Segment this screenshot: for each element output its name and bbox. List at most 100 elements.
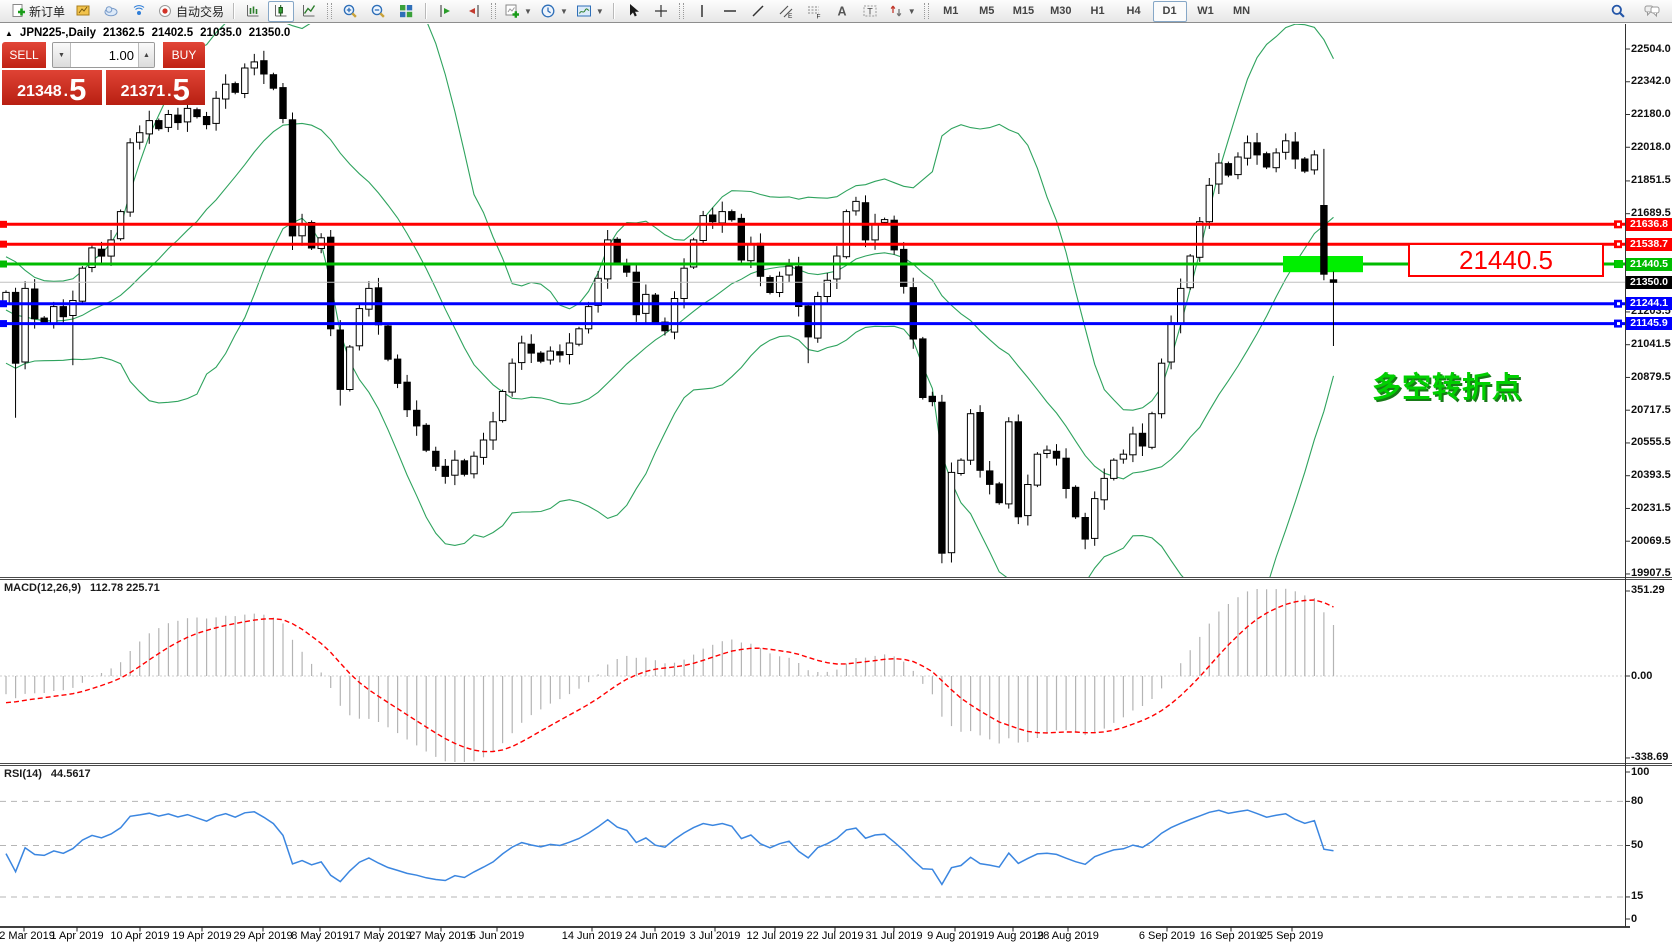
signal-button[interactable] [126, 1, 152, 22]
sell-price-display[interactable]: 21348 . 5 [2, 68, 102, 105]
sell-button[interactable]: SELL [2, 42, 46, 68]
sell-price-pips: 5 [69, 77, 86, 103]
svg-text:F: F [816, 14, 820, 20]
dropdown-arrow-icon: ▼ [524, 7, 532, 16]
cursor-icon [625, 3, 641, 19]
rsi-name: RSI(14) [4, 768, 42, 780]
crosshair-icon [653, 3, 669, 19]
volume-input[interactable] [71, 43, 138, 67]
chart-annotation[interactable]: 多空转折点 [1372, 364, 1522, 406]
chat-button[interactable] [1639, 1, 1665, 22]
zoom-out-button[interactable] [365, 1, 391, 22]
dropdown-arrow-icon: ▼ [908, 7, 916, 16]
buy-price-pips: 5 [173, 77, 190, 103]
periods-icon [540, 3, 556, 19]
bar-chart-button[interactable] [240, 1, 266, 22]
zoom-in-icon [342, 3, 358, 19]
crosshair-button[interactable] [648, 1, 674, 22]
text-label-button[interactable]: T [857, 1, 883, 22]
timeframe-m1[interactable]: M1 [934, 1, 968, 22]
buy-button[interactable]: BUY [163, 42, 205, 68]
chart-canvas[interactable] [0, 0, 1672, 944]
toolbar-separator [233, 3, 234, 19]
auto-scroll-button[interactable] [460, 1, 486, 22]
new-order-label: 新订单 [29, 3, 65, 20]
chart-window-icon [75, 3, 91, 19]
fibonacci-button[interactable]: F [801, 1, 827, 22]
text-icon: A [834, 3, 850, 19]
horizontal-line-button[interactable] [717, 1, 743, 22]
buy-price-dot: . [167, 84, 171, 100]
auto-scroll-icon [465, 3, 481, 19]
new-order-icon [10, 3, 26, 19]
vertical-line-button[interactable] [689, 1, 715, 22]
trendline-button[interactable] [745, 1, 771, 22]
toolbar-separator [924, 3, 929, 19]
indicators-button[interactable]: ▼ [501, 1, 535, 22]
timeframe-d1[interactable]: D1 [1153, 1, 1187, 22]
close-value: 21350.0 [249, 27, 291, 39]
zoom-in-button[interactable] [337, 1, 363, 22]
chart-title: ▲ JPN225-,Daily 21362.5 21402.5 21035.0 … [5, 27, 290, 39]
periods-button[interactable]: ▼ [537, 1, 571, 22]
cloud-button[interactable] [98, 1, 124, 22]
signal-icon [131, 3, 147, 19]
timeframe-m30[interactable]: M30 [1043, 1, 1078, 22]
cursor-button[interactable] [620, 1, 646, 22]
timeframe-mn[interactable]: MN [1225, 1, 1259, 22]
timeframe-w1[interactable]: W1 [1189, 1, 1223, 22]
chart-window-button[interactable] [70, 1, 96, 22]
trendline-icon [750, 3, 766, 19]
toolbar-separator [425, 3, 426, 19]
search-button[interactable] [1605, 1, 1631, 22]
arrows-button[interactable]: ▼ [885, 1, 919, 22]
templates-button[interactable]: ▼ [573, 1, 607, 22]
new-order-button[interactable]: 新订单 [7, 1, 68, 22]
chart-shift-button[interactable] [432, 1, 458, 22]
svg-text:T: T [867, 7, 873, 17]
line-chart-icon [301, 3, 317, 19]
vertical-line-icon [694, 3, 710, 19]
low-value: 21035.0 [200, 27, 242, 39]
candle-chart-icon [273, 3, 289, 19]
text-button[interactable]: A [829, 1, 855, 22]
svg-text:A: A [837, 5, 846, 19]
tile-windows-button[interactable] [393, 1, 419, 22]
timeframe-m5[interactable]: M5 [970, 1, 1004, 22]
symbol-period-label: JPN225-,Daily [20, 27, 96, 39]
timeframe-h4[interactable]: H4 [1117, 1, 1151, 22]
volume-control: ▼ ▲ [52, 42, 155, 68]
buy-price-display[interactable]: 21371 . 5 [106, 68, 206, 105]
timeframe-m15[interactable]: M15 [1006, 1, 1041, 22]
one-click-trading-panel: SELL ▼ ▲ BUY 21348 . 5 21371 . 5 [2, 42, 205, 105]
sell-price-dot: . [64, 84, 68, 100]
timeframe-h1[interactable]: H1 [1081, 1, 1115, 22]
toolbar-separator [327, 3, 332, 19]
zoom-out-icon [370, 3, 386, 19]
price-callout-box[interactable]: 21440.5 [1408, 243, 1604, 277]
macd-name: MACD(12,26,9) [4, 582, 81, 594]
volume-dropdown-button[interactable]: ▼ [53, 43, 71, 67]
time-axis[interactable] [0, 927, 1625, 944]
autotrading-button[interactable]: 自动交易 [154, 1, 227, 22]
dropdown-arrow-icon: ▼ [596, 7, 604, 16]
bar-chart-icon [245, 3, 261, 19]
rsi-value: 44.5617 [51, 768, 91, 780]
toolbar-separator [679, 3, 684, 19]
toolbar-separator [613, 3, 614, 19]
autotrading-icon [157, 3, 173, 19]
toolbar: 新订单 自动交易 ▼ ▼ ▼ E F A T ▼ M1M5M15M30H1H4D1W1MN [0, 0, 1672, 23]
high-value: 21402.5 [152, 27, 194, 39]
chevron-up-icon: ▲ [143, 52, 150, 59]
text-label-icon: T [862, 3, 878, 19]
candle-chart-button[interactable] [268, 1, 294, 22]
volume-stepper[interactable]: ▲ [138, 43, 154, 67]
channel-button[interactable]: E [773, 1, 799, 22]
price-axis[interactable] [1625, 24, 1672, 927]
sell-price-main: 21348 [17, 84, 62, 100]
arrows-icon [888, 3, 904, 19]
rsi-pane-label: RSI(14) 44.5617 [4, 768, 91, 780]
tile-windows-icon [398, 3, 414, 19]
svg-text:E: E [788, 13, 793, 19]
line-chart-button[interactable] [296, 1, 322, 22]
